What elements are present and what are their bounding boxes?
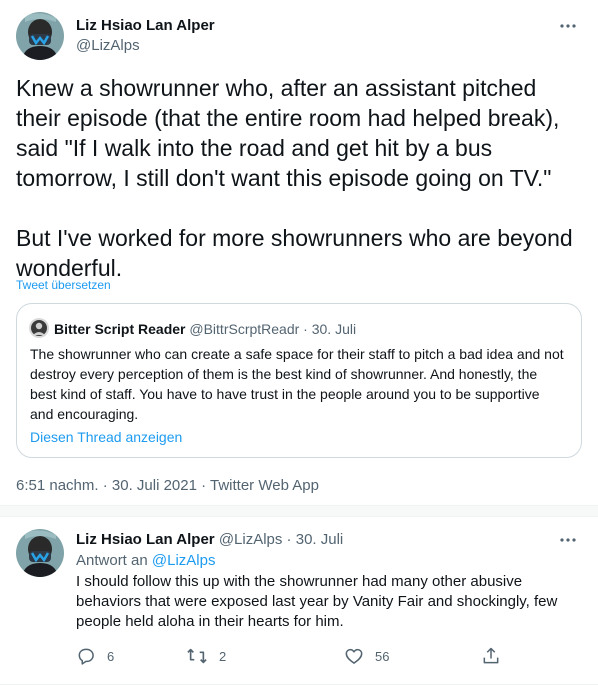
share-icon bbox=[483, 647, 499, 664]
tweet-text: Knew a showrunner who, after an assistan… bbox=[16, 75, 573, 281]
person-avatar-icon bbox=[29, 318, 49, 338]
translate-tweet-link[interactable]: Tweet übersetzen bbox=[16, 277, 111, 293]
reply-header: Liz Hsiao Lan Alper @LizAlps · 30. Juli bbox=[76, 530, 343, 550]
retweet-icon bbox=[187, 648, 207, 664]
author-name-block[interactable]: Liz Hsiao Lan Alper @LizAlps bbox=[76, 16, 215, 56]
replying-to: Antwort an @LizAlps bbox=[76, 551, 215, 571]
reply-author-avatar[interactable] bbox=[16, 529, 64, 577]
reply-tweet[interactable]: Liz Hsiao Lan Alper @LizAlps · 30. Juli … bbox=[0, 517, 598, 685]
tweet-timestamp[interactable]: 6:51 nachm. · 30. Juli 2021 · Twitter We… bbox=[16, 476, 319, 496]
quoted-tweet-card[interactable]: Bitter Script Reader @BittrScrptReadr · … bbox=[16, 303, 582, 458]
reply-author-handle-date[interactable]: @LizAlps · 30. Juli bbox=[219, 531, 343, 548]
quote-text: The showrunner who can create a safe spa… bbox=[30, 346, 564, 422]
masked-person-avatar-icon bbox=[16, 12, 64, 60]
more-dots-icon[interactable] bbox=[558, 530, 578, 550]
author-display-name[interactable]: Liz Hsiao Lan Alper bbox=[76, 16, 215, 36]
masked-person-avatar-icon bbox=[16, 529, 64, 577]
reply-icon bbox=[78, 648, 94, 665]
reply-to-prefix: Antwort an bbox=[76, 552, 152, 569]
reply-count: 6 bbox=[107, 648, 115, 664]
show-thread-link[interactable]: Diesen Thread anzeigen bbox=[30, 428, 182, 446]
quote-author-name: Bitter Script Reader bbox=[54, 321, 186, 337]
retweet-count: 2 bbox=[219, 648, 227, 664]
quote-author-avatar bbox=[29, 318, 49, 338]
heart-icon bbox=[345, 648, 363, 664]
more-dots-icon[interactable] bbox=[558, 16, 578, 36]
retweet-action[interactable]: 2 bbox=[186, 646, 226, 666]
author-handle[interactable]: @LizAlps bbox=[76, 36, 215, 56]
section-divider bbox=[0, 505, 598, 517]
like-count: 56 bbox=[375, 648, 390, 664]
quote-author-handle-date: @BittrScrptReadr · 30. Juli bbox=[189, 321, 357, 337]
main-tweet: Liz Hsiao Lan Alper @LizAlps Knew a show… bbox=[0, 0, 598, 505]
quote-header: Bitter Script Reader @BittrScrptReadr · … bbox=[54, 320, 356, 338]
author-avatar[interactable] bbox=[16, 12, 64, 60]
reply-author-name[interactable]: Liz Hsiao Lan Alper bbox=[76, 531, 215, 548]
reply-action[interactable]: 6 bbox=[76, 646, 114, 666]
reply-to-mention[interactable]: @LizAlps bbox=[152, 552, 216, 569]
reply-text: I should follow this up with the showrun… bbox=[76, 573, 558, 630]
share-action[interactable] bbox=[481, 646, 501, 666]
like-action[interactable]: 56 bbox=[344, 646, 389, 666]
